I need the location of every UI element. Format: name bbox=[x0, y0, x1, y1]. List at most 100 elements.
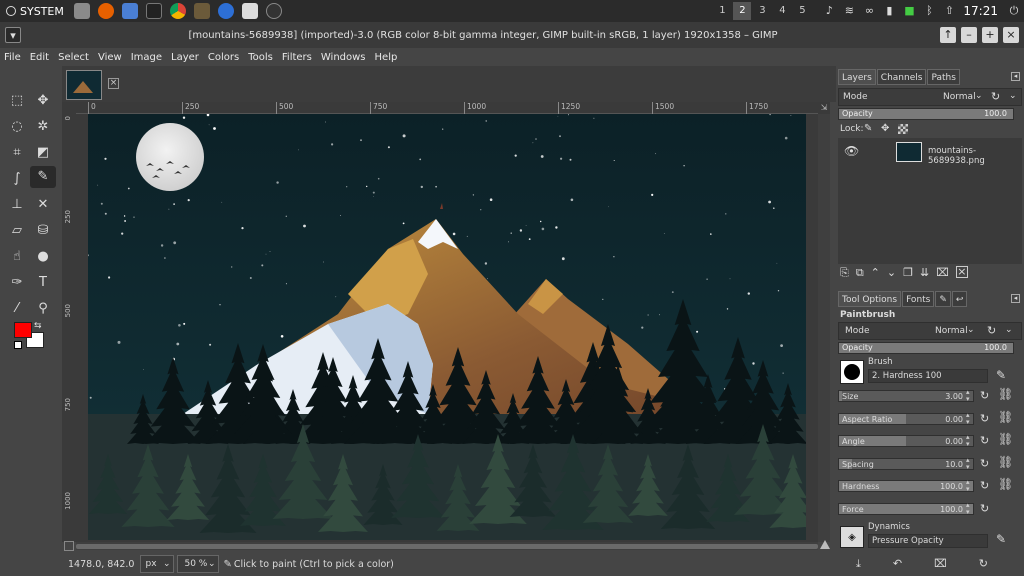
swap-colors-icon[interactable]: ⇆ bbox=[34, 321, 42, 331]
workspace-1[interactable]: 1 bbox=[713, 2, 731, 20]
zoom-follow-icon[interactable] bbox=[820, 540, 830, 549]
spin-arrows-icon[interactable]: ▴ ▾ bbox=[966, 411, 970, 426]
reset-icon[interactable]: ↻ bbox=[980, 434, 989, 447]
dynamics-edit-icon[interactable]: ✎ bbox=[996, 532, 1006, 546]
close-button[interactable]: × bbox=[1003, 27, 1019, 43]
canvas-area[interactable] bbox=[76, 114, 818, 542]
brush-preview[interactable] bbox=[840, 360, 864, 384]
link-icon[interactable]: ⛓ bbox=[998, 477, 1013, 491]
lower-layer-icon[interactable]: ⌄ bbox=[887, 266, 896, 280]
clone-icon[interactable]: ⊥ bbox=[4, 194, 30, 216]
spin-arrows-icon[interactable]: ▴ ▾ bbox=[966, 389, 970, 403]
tab-fonts[interactable]: Fonts bbox=[902, 291, 935, 307]
restore-options-icon[interactable]: ↶ bbox=[893, 557, 902, 571]
smudge-icon[interactable]: ☝ bbox=[4, 246, 30, 268]
rect-select-icon[interactable]: ⬚ bbox=[4, 90, 30, 112]
keep-above-button[interactable]: ↑ bbox=[940, 27, 956, 43]
file-manager-icon[interactable] bbox=[73, 3, 90, 19]
delete-layer-icon[interactable]: × bbox=[955, 266, 968, 278]
link-icon[interactable]: ⛓ bbox=[998, 410, 1013, 424]
link-icon[interactable]: ⛓ bbox=[998, 455, 1013, 469]
horizontal-scroll-thumb[interactable] bbox=[76, 544, 818, 549]
spin-arrows-icon[interactable]: ▴ ▾ bbox=[966, 479, 970, 493]
layer-opacity-slider[interactable]: Opacity 100.0 bbox=[838, 108, 1014, 120]
default-colors-icon[interactable] bbox=[14, 341, 22, 349]
reset-icon[interactable]: ↻ bbox=[980, 389, 989, 402]
lock-alpha-icon[interactable] bbox=[898, 124, 908, 134]
layer-mode-select[interactable]: Mode Normal ⌄ ↻ ⌄ bbox=[838, 88, 1022, 106]
link-icon[interactable]: ∞ bbox=[862, 4, 876, 18]
tab-channels[interactable]: Channels bbox=[876, 69, 927, 85]
menu-select[interactable]: Select bbox=[58, 52, 89, 63]
workspace-2[interactable]: 2 bbox=[733, 2, 752, 20]
link-icon[interactable]: ⛓ bbox=[998, 432, 1013, 446]
tab-tool-options[interactable]: Tool Options bbox=[838, 291, 902, 307]
lock-pixels-icon[interactable]: ✎ bbox=[864, 123, 872, 134]
delete-options-icon[interactable]: ⌧ bbox=[934, 557, 947, 571]
layer-row[interactable]: 👁︎ mountains-5689938.png bbox=[838, 140, 1022, 166]
reset-icon[interactable]: ↻ bbox=[980, 502, 989, 515]
fuzzy-select-icon[interactable]: ✲ bbox=[30, 116, 56, 138]
new-layer-icon[interactable]: ⎘ bbox=[840, 266, 849, 280]
bluetooth-icon[interactable]: ᛒ bbox=[922, 4, 936, 18]
bucket-fill-icon[interactable]: ⛁ bbox=[30, 220, 56, 242]
menu-view[interactable]: View bbox=[98, 52, 122, 63]
dock-menu-icon[interactable]: ◂ bbox=[1011, 294, 1020, 303]
menu-help[interactable]: Help bbox=[375, 52, 398, 63]
menu-windows[interactable]: Windows bbox=[321, 52, 366, 63]
files-icon[interactable] bbox=[121, 3, 138, 19]
unit-select[interactable]: px ⌄ bbox=[140, 555, 175, 573]
terminal-icon[interactable] bbox=[145, 3, 162, 19]
link-icon[interactable]: ⛓ bbox=[998, 387, 1013, 401]
slider-force[interactable]: Force 100.0 bbox=[838, 502, 974, 515]
spin-arrows-icon[interactable]: ▴ ▾ bbox=[966, 434, 970, 448]
menu-filters[interactable]: Filters bbox=[282, 52, 312, 63]
navigate-icon[interactable]: ⇲ bbox=[818, 102, 830, 114]
volume-icon[interactable]: ♪ bbox=[822, 4, 836, 18]
warp-icon[interactable]: ∫ bbox=[4, 168, 30, 190]
menu-layer[interactable]: Layer bbox=[171, 52, 199, 63]
spin-arrows-icon[interactable]: ▴ ▾ bbox=[966, 501, 970, 516]
zoom-select[interactable]: 50 % ⌄ bbox=[177, 555, 220, 573]
foreground-color-swatch[interactable] bbox=[14, 322, 32, 338]
tab-layers[interactable]: Layers bbox=[838, 69, 876, 85]
start-menu-button[interactable]: SYSTEM bbox=[0, 5, 70, 18]
menu-file[interactable]: File bbox=[4, 52, 21, 63]
brush-name-field[interactable]: 2. Hardness 100 bbox=[868, 369, 988, 383]
window-menu-button[interactable]: ▾ bbox=[5, 27, 21, 43]
duplicate-layer-icon[interactable]: ❐ bbox=[903, 266, 913, 280]
browser-icon[interactable] bbox=[217, 3, 234, 19]
dodge-icon[interactable]: ● bbox=[30, 246, 56, 268]
tool-mode-select[interactable]: Mode Normal ⌄ ↻ ⌄ bbox=[838, 322, 1022, 340]
lock-position-icon[interactable]: ✥ bbox=[881, 123, 889, 134]
battery-icon[interactable]: ▮ bbox=[882, 4, 896, 18]
minimize-button[interactable]: – bbox=[961, 27, 977, 43]
shield-icon[interactable]: ■ bbox=[902, 4, 916, 18]
eraser-icon[interactable]: ▱ bbox=[4, 220, 30, 242]
firefox-icon[interactable] bbox=[97, 3, 114, 19]
crop-icon[interactable]: ⌗ bbox=[4, 142, 30, 164]
wifi-icon[interactable]: ≋ bbox=[842, 4, 856, 18]
image-tab-thumbnail[interactable] bbox=[66, 70, 102, 100]
tab-brushes-icon[interactable]: ✎ bbox=[935, 291, 951, 307]
menu-tools[interactable]: Tools bbox=[248, 52, 273, 63]
text-tool-icon[interactable]: T bbox=[30, 272, 56, 294]
path-icon[interactable]: ✑ bbox=[4, 272, 30, 294]
mode-reset-icon[interactable]: ↻ bbox=[987, 324, 996, 337]
menu-edit[interactable]: Edit bbox=[30, 52, 49, 63]
tab-paths[interactable]: Paths bbox=[927, 69, 960, 85]
brush-edit-icon[interactable]: ✎ bbox=[996, 368, 1006, 382]
canvas-image[interactable] bbox=[88, 114, 806, 540]
reset-options-icon[interactable]: ↻ bbox=[979, 557, 988, 571]
quick-mask-icon[interactable] bbox=[64, 541, 74, 551]
slider-spacing[interactable]: Spacing 10.0 bbox=[838, 457, 974, 470]
menu-colors[interactable]: Colors bbox=[208, 52, 239, 63]
workspace-3[interactable]: 3 bbox=[753, 2, 771, 20]
vertical-scrollbar[interactable] bbox=[818, 114, 830, 542]
gimp-icon[interactable] bbox=[193, 3, 210, 19]
skype-icon[interactable] bbox=[265, 3, 282, 19]
eye-visibility-icon[interactable]: 👁︎ bbox=[844, 144, 859, 158]
new-layer-group-icon[interactable]: ⧉ bbox=[856, 266, 864, 280]
slider-aspect-ratio[interactable]: Aspect Ratio 0.00 bbox=[838, 412, 974, 425]
color-picker-icon[interactable]: ⁄ bbox=[4, 298, 30, 320]
